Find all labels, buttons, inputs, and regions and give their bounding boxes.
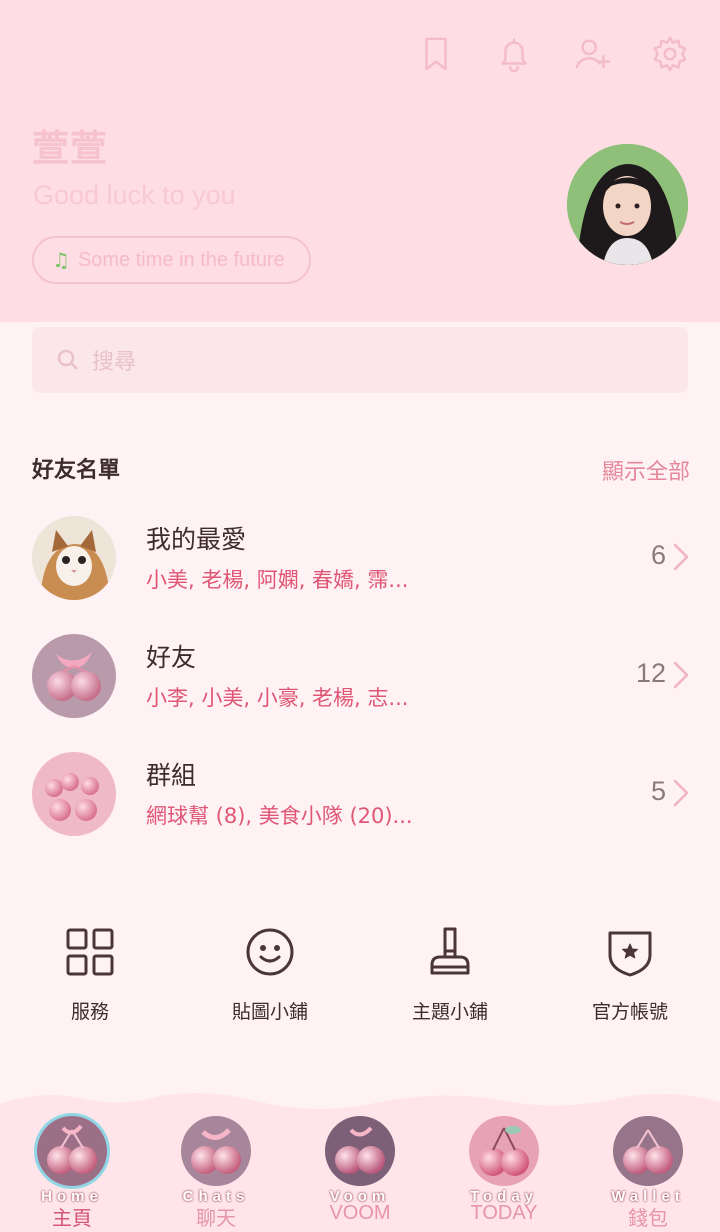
header-toolbar <box>416 30 690 78</box>
shortcut-sticker-shop[interactable]: 貼圖小鋪 <box>180 925 360 1024</box>
nav-label: 聊天 <box>196 1208 236 1230</box>
cherry-icon <box>325 1116 395 1186</box>
friends-thumbnail <box>32 634 116 718</box>
smile-icon <box>246 928 294 976</box>
cherry-icon <box>37 1116 107 1186</box>
search-bar[interactable]: 搜尋 <box>32 327 688 393</box>
settings-icon[interactable] <box>650 30 690 78</box>
grid-icon <box>66 928 114 976</box>
list-item-title: 好友 <box>146 643 197 672</box>
shortcut-grid: 服務 貼圖小鋪 主題小鋪 官方帳號 <box>0 925 720 1024</box>
profile-avatar[interactable] <box>567 144 688 265</box>
list-item-groups[interactable]: 群組 網球幫 (8), 美食小隊 (20)... 5 <box>0 752 720 852</box>
groups-thumbnail <box>32 752 116 836</box>
nav-chats[interactable]: Chats 聊天 <box>144 1116 288 1232</box>
shortcut-services[interactable]: 服務 <box>0 925 180 1024</box>
list-item-members: 小李, 小美, 小豪, 老楊, 志... <box>146 686 409 710</box>
cherry-icon <box>613 1116 683 1186</box>
nav-label: VOOM <box>329 1202 391 1224</box>
list-item-count: 5 <box>650 776 666 806</box>
list-item-title: 群組 <box>146 761 197 790</box>
bookmark-icon[interactable] <box>416 30 456 78</box>
profile-music-button[interactable]: ♫ Some time in the future <box>32 236 311 284</box>
profile-name[interactable]: 萱萱 <box>32 118 108 172</box>
list-item-title: 我的最愛 <box>146 525 247 554</box>
show-all-link[interactable]: 顯示全部 <box>602 454 690 486</box>
nav-label: 主頁 <box>52 1208 92 1230</box>
shortcut-label: 主題小鋪 <box>411 1001 488 1023</box>
cherry-icon <box>469 1116 539 1186</box>
shortcut-label: 官方帳號 <box>591 1001 668 1023</box>
list-item-count: 12 <box>635 658 666 688</box>
search-icon <box>57 349 78 370</box>
music-note-icon: ♫ <box>52 248 70 272</box>
list-item-members: 小美, 老楊, 阿嫻, 春嬌, 霈... <box>146 568 409 592</box>
friends-section-title: 好友名單 <box>32 458 121 483</box>
chevron-right-icon <box>672 778 690 808</box>
shield-star-icon <box>608 931 652 977</box>
add-friend-icon[interactable] <box>572 30 612 78</box>
cherry-icon <box>181 1116 251 1186</box>
brush-icon <box>430 927 470 975</box>
shortcut-label: 貼圖小鋪 <box>231 1001 308 1023</box>
list-item-count: 6 <box>650 540 666 570</box>
list-item-favorites[interactable]: 我的最愛 小美, 老楊, 阿嫻, 春嬌, 霈... 6 <box>0 516 720 616</box>
nav-home[interactable]: Home 主頁 <box>0 1116 144 1232</box>
nav-label: TODAY <box>470 1202 538 1224</box>
chevron-right-icon <box>672 660 690 690</box>
list-item-members: 網球幫 (8), 美食小隊 (20)... <box>146 804 413 828</box>
nav-label: 錢包 <box>628 1208 668 1230</box>
profile-header: 萱萱 Good luck to you ♫ Some time in the f… <box>0 0 720 322</box>
shortcut-theme-shop[interactable]: 主題小鋪 <box>360 925 540 1024</box>
chevron-right-icon <box>672 542 690 572</box>
shortcut-label: 服務 <box>70 1001 109 1023</box>
profile-music-label: Some time in the future <box>77 248 285 271</box>
nav-today[interactable]: Today TODAY <box>432 1116 576 1232</box>
bottom-nav: Home 主頁 Chats 聊天 Voom VOOM Today TODAY W… <box>0 1116 720 1232</box>
list-item-friends[interactable]: 好友 小李, 小美, 小豪, 老楊, 志... 12 <box>0 634 720 734</box>
favorites-thumbnail <box>32 516 116 600</box>
profile-status-message[interactable]: Good luck to you <box>33 180 236 211</box>
search-placeholder: 搜尋 <box>92 350 137 375</box>
bell-icon[interactable] <box>494 30 534 78</box>
nav-wallet[interactable]: Wallet 錢包 <box>576 1116 720 1232</box>
nav-voom[interactable]: Voom VOOM <box>288 1116 432 1232</box>
shortcut-official-accounts[interactable]: 官方帳號 <box>540 925 720 1024</box>
